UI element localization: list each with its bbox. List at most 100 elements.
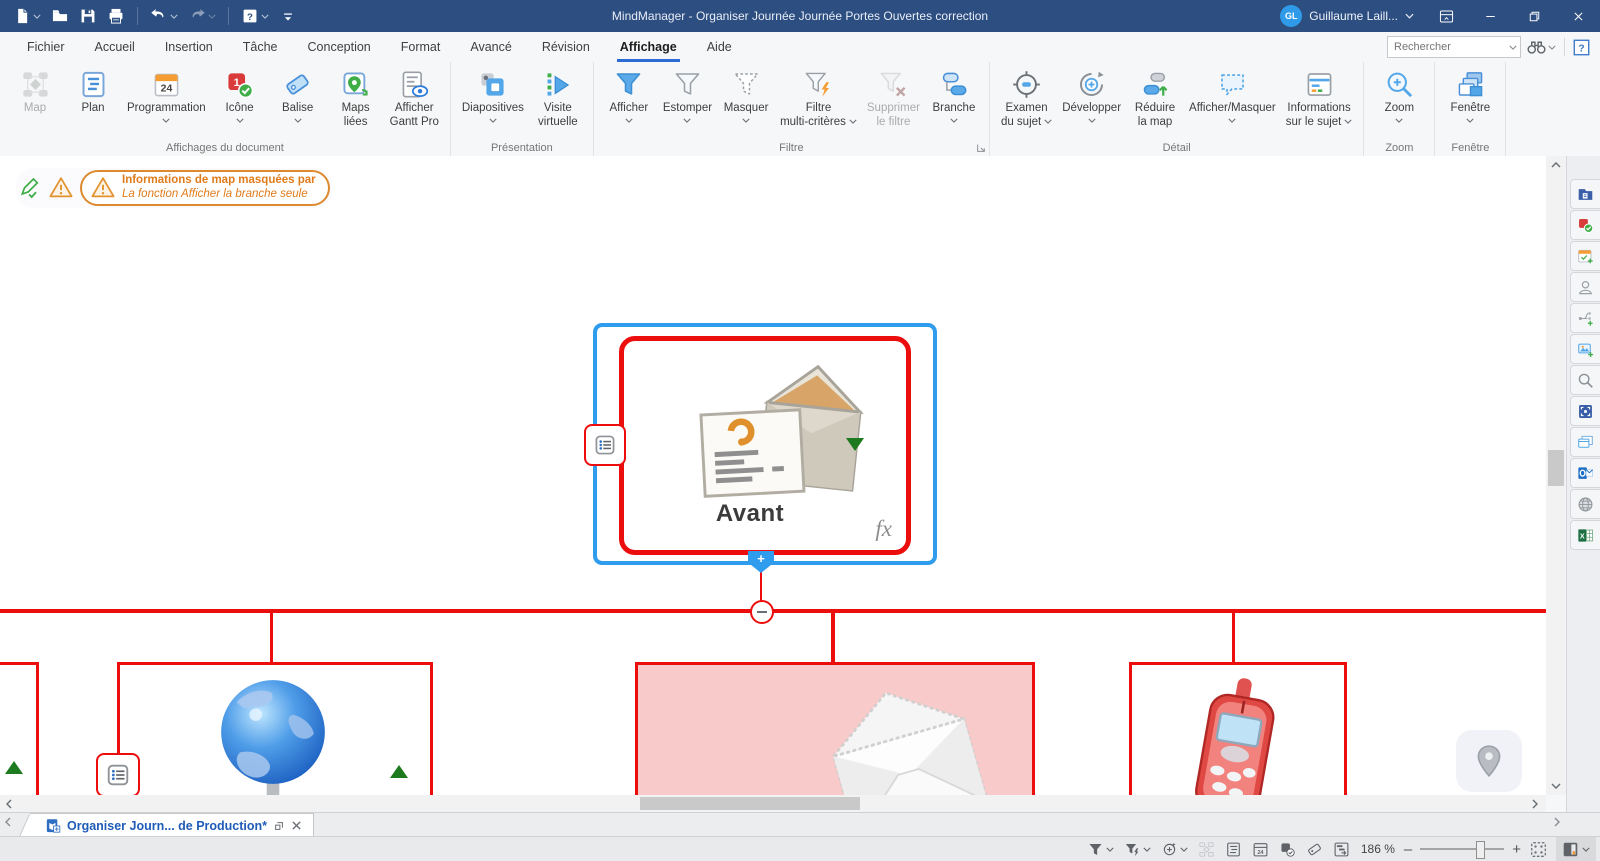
scroll-down-arrow[interactable] <box>1546 777 1566 795</box>
close-button[interactable] <box>1556 0 1600 32</box>
ribbon-button-icône[interactable]: 1Icône <box>211 67 269 125</box>
tab-insertion[interactable]: Insertion <box>150 32 228 62</box>
redo-button[interactable] <box>185 5 219 27</box>
tab-scroll-left[interactable] <box>5 817 11 827</box>
ribbon-button-diapositives[interactable]: Diapositives <box>457 67 529 125</box>
task-pane-tab-file-windows[interactable] <box>1570 427 1600 457</box>
zoom-in-button[interactable]: + <box>1512 842 1521 857</box>
tab-format[interactable]: Format <box>386 32 456 62</box>
add-subtopic-button[interactable]: + <box>748 551 774 573</box>
ribbon-button-afficher-masquer[interactable]: Afficher/Masquer <box>1184 67 1281 125</box>
ribbon-button-estomper[interactable]: Estomper <box>658 67 717 125</box>
warning-triangle-icon[interactable] <box>48 176 74 199</box>
new-document-button[interactable] <box>10 5 44 27</box>
ribbon-button-visite-virtuelle[interactable]: Visite virtuelle <box>529 67 587 131</box>
scroll-right-arrow[interactable] <box>1526 795 1544 812</box>
status-icons-view-button[interactable] <box>1279 841 1296 858</box>
scroll-left-arrow[interactable] <box>0 795 18 812</box>
task-pane-tab-map-markers[interactable] <box>1570 210 1600 240</box>
close-tab-icon[interactable] <box>291 820 302 831</box>
task-pane-tab-excel[interactable]: X <box>1570 520 1600 550</box>
status-power-filter-button[interactable] <box>1161 841 1188 858</box>
status-tags-view-button[interactable] <box>1306 841 1323 858</box>
topic-notes-icon[interactable] <box>584 424 626 466</box>
ribbon-button-afficher[interactable]: Afficher <box>600 67 658 125</box>
subtopics-collapsed-indicator[interactable] <box>846 438 864 451</box>
task-pane-tab-schedule[interactable] <box>1570 241 1600 271</box>
ribbon-display-options-button[interactable] <box>1424 0 1468 32</box>
account-menu[interactable]: GL Guillaume Laill... <box>1270 0 1424 32</box>
customize-quick-access-button[interactable] <box>276 5 300 27</box>
ribbon-button-filtre-multi-critères[interactable]: Filtre multi-critères <box>775 67 862 131</box>
tab-tâche[interactable]: Tâche <box>228 32 293 62</box>
vertical-scrollbar[interactable] <box>1546 156 1566 795</box>
map-canvas[interactable]: Informations de map masquées par La fonc… <box>0 156 1546 795</box>
ribbon-button-développer[interactable]: Développer <box>1057 67 1126 125</box>
help-button[interactable]: ? <box>1573 39 1590 56</box>
horizontal-scrollbar[interactable] <box>0 795 1546 812</box>
expand-indicator[interactable] <box>5 761 23 774</box>
task-pane-tab-web[interactable] <box>1570 489 1600 519</box>
status-gantt-view-button[interactable] <box>1333 841 1350 858</box>
tab-affichage[interactable]: Affichage <box>605 32 692 62</box>
help-button[interactable]: ? <box>238 5 272 27</box>
find-button[interactable] <box>1527 39 1556 55</box>
tab-révision[interactable]: Révision <box>527 32 605 62</box>
ribbon-button-programmation[interactable]: 24Programmation <box>122 67 211 125</box>
scroll-up-arrow[interactable] <box>1546 156 1566 174</box>
ribbon-button-balise[interactable]: Balise <box>269 67 327 125</box>
document-tab[interactable]: Organiser Journ... de Production* <box>30 813 314 837</box>
tab-conception[interactable]: Conception <box>293 32 386 62</box>
task-pane-tab-outlook[interactable] <box>1570 458 1600 488</box>
task-pane-tab-contacts[interactable] <box>1570 272 1600 302</box>
show-detail-control[interactable] <box>1556 837 1596 861</box>
ribbon-button-maps-liées[interactable]: Maps liées <box>327 67 385 131</box>
phone-topic[interactable] <box>1129 662 1347 795</box>
tab-scroll-right[interactable] <box>1554 817 1560 827</box>
ribbon-button-afficher-gantt-pro[interactable]: Afficher Gantt Pro <box>385 67 444 131</box>
task-pane-tab-images[interactable] <box>1570 334 1600 364</box>
tab-avancé[interactable]: Avancé <box>455 32 526 62</box>
dialog-launcher-icon[interactable] <box>976 143 986 153</box>
zoom-slider-track[interactable] <box>1420 848 1504 850</box>
task-pane-tab-search[interactable] <box>1570 365 1600 395</box>
email-topic[interactable] <box>635 662 1035 795</box>
zoom-out-button[interactable]: – <box>1404 842 1412 857</box>
restore-button[interactable] <box>1512 0 1556 32</box>
open-file-button[interactable] <box>48 5 72 27</box>
globe-topic[interactable] <box>117 662 433 795</box>
map-warning-banner[interactable]: Informations de map masquées par La fonc… <box>80 170 330 206</box>
collapse-branch-control[interactable] <box>750 600 774 624</box>
ribbon-button-branche[interactable]: Branche <box>925 67 983 125</box>
undo-button[interactable] <box>147 5 181 27</box>
tab-aide[interactable]: Aide <box>692 32 747 62</box>
locate-map-button[interactable] <box>1456 730 1522 792</box>
task-pane-tab-map-parts[interactable] <box>1570 303 1600 333</box>
zoom-slider-handle[interactable] <box>1476 841 1485 859</box>
task-pane-tab-snap[interactable] <box>1570 396 1600 426</box>
fit-map-button[interactable] <box>1530 841 1547 858</box>
topic-avant[interactable]: Avant fx <box>593 323 937 565</box>
vertical-scroll-thumb[interactable] <box>1548 450 1564 486</box>
horizontal-scroll-thumb[interactable] <box>640 797 860 810</box>
tab-fichier[interactable]: Fichier <box>12 32 80 62</box>
search-input[interactable] <box>1387 36 1521 58</box>
expand-indicator[interactable] <box>390 765 408 778</box>
print-button[interactable] <box>104 5 128 27</box>
formula-badge[interactable]: fx <box>875 516 892 542</box>
search-scope-caret[interactable] <box>1509 45 1517 50</box>
status-filter-button[interactable] <box>1087 841 1114 858</box>
topic-notes-icon[interactable] <box>96 753 140 795</box>
ribbon-button-fenêtre[interactable]: Fenêtre <box>1441 67 1499 125</box>
clipped-left-topic[interactable] <box>0 662 39 795</box>
status-schedule-view-button[interactable]: 24 <box>1252 841 1269 858</box>
ribbon-button-informations-sur-le-sujet[interactable]: Informations sur le sujet <box>1281 67 1358 131</box>
ribbon-button-examen-du-sujet[interactable]: Examen du sujet <box>996 67 1057 131</box>
status-quick-filter-button[interactable] <box>1124 841 1151 858</box>
task-pane-tab-library[interactable] <box>1570 179 1600 209</box>
status-outline-view-button[interactable] <box>1225 841 1242 858</box>
save-button[interactable] <box>76 5 100 27</box>
tab-accueil[interactable]: Accueil <box>80 32 150 62</box>
ribbon-button-masquer[interactable]: Masquer <box>717 67 775 125</box>
minimize-button[interactable] <box>1468 0 1512 32</box>
